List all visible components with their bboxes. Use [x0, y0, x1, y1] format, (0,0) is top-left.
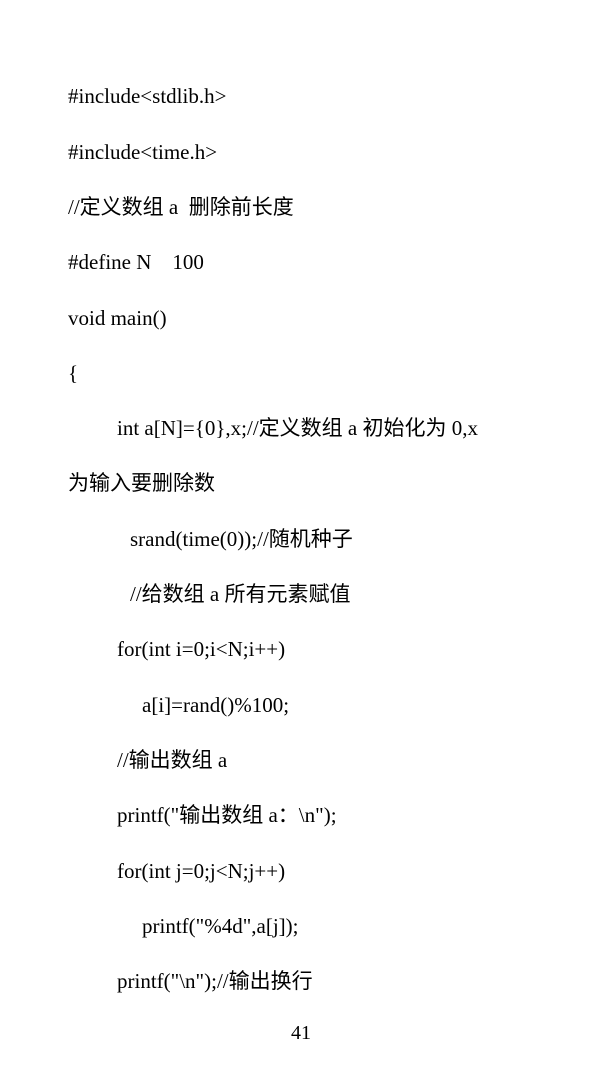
code-line-comment-output: //输出数组 a — [117, 748, 228, 772]
code-line-include-time: #include<time.h> — [68, 140, 218, 164]
code-line-for-j: for(int j=0;j<N;j++) — [117, 859, 286, 883]
code-line-comment-array: //定义数组 a 删除前长度 — [68, 195, 294, 219]
code-line-rand-assign: a[i]=rand()%100; — [142, 693, 290, 717]
code-line-include-stdlib: #include<stdlib.h> — [68, 84, 227, 108]
document-page: #include<stdlib.h> #include<time.h> //定义… — [0, 0, 602, 1071]
code-line-srand: srand(time(0));//随机种子 — [130, 527, 353, 551]
code-line-printf-element: printf("%4d",a[j]); — [142, 914, 299, 938]
code-line-array-declaration: int a[N]={0},x;//定义数组 a 初始化为 0,x — [117, 416, 478, 440]
code-line-printf-header: printf("输出数组 a：\n"); — [117, 803, 337, 827]
code-line-comment-assign: //给数组 a 所有元素赋值 — [130, 582, 351, 606]
code-line-main-signature: void main() — [68, 306, 167, 330]
code-line-open-brace: { — [68, 361, 79, 385]
page-number: 41 — [291, 1022, 311, 1044]
code-line-printf-newline: printf("\n");//输出换行 — [117, 969, 313, 993]
code-line-array-declaration-wrap: 为输入要删除数 — [68, 471, 215, 495]
code-line-define-n: #define N 100 — [68, 250, 204, 274]
code-line-for-i: for(int i=0;i<N;i++) — [117, 637, 286, 661]
